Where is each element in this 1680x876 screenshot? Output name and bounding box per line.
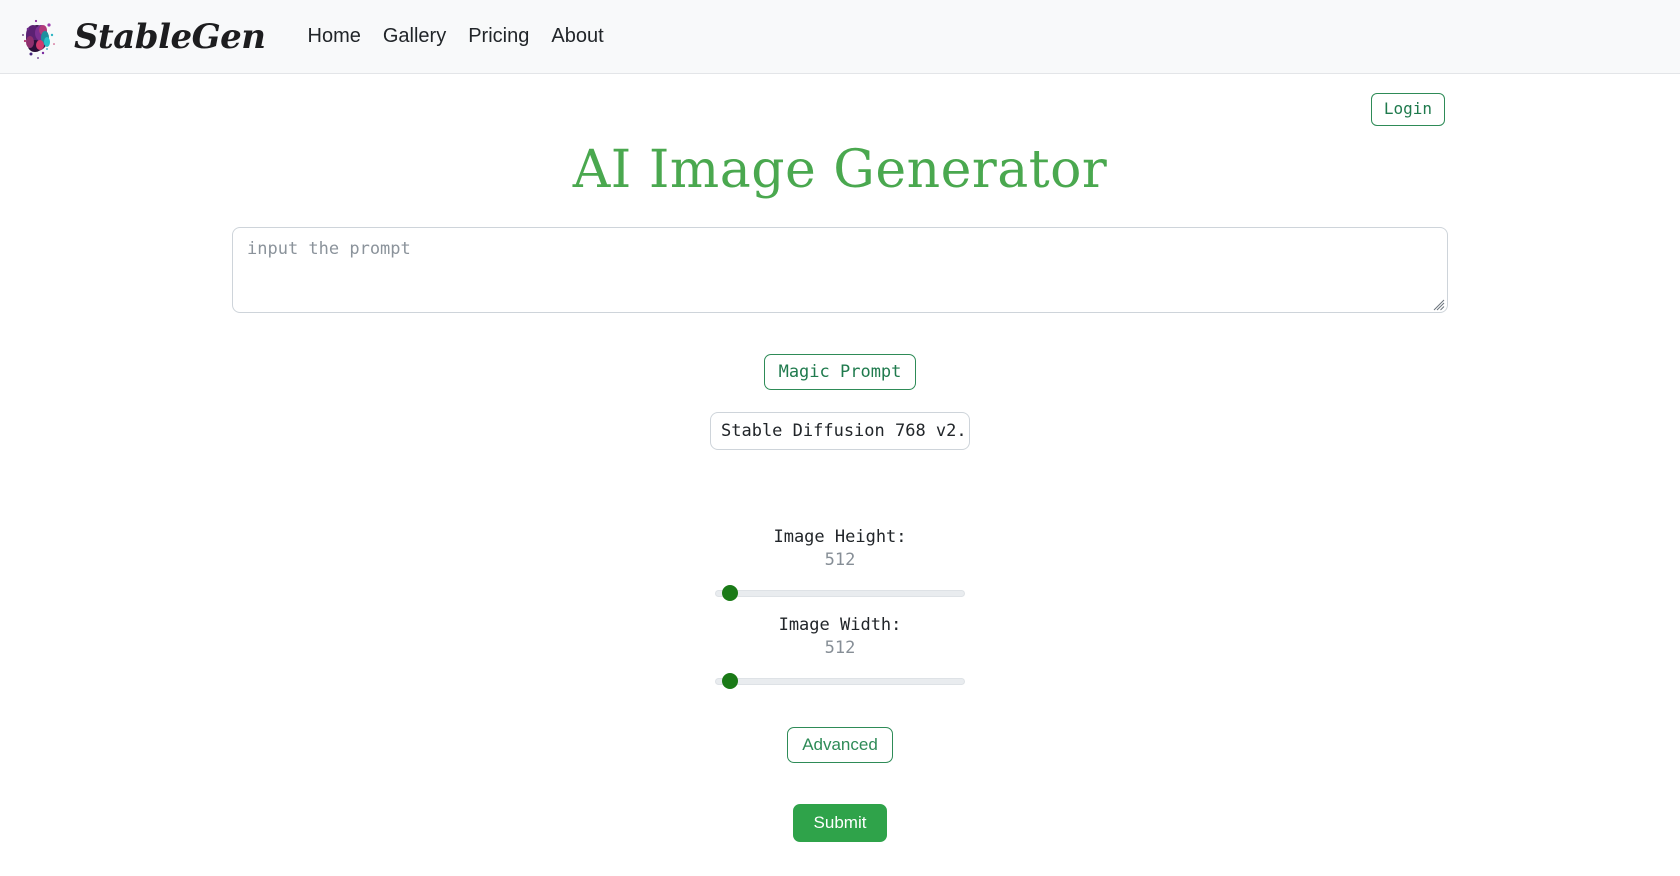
submit-button[interactable]: Submit xyxy=(793,804,888,842)
brand[interactable]: StableGen xyxy=(16,11,266,63)
image-height-slider[interactable] xyxy=(715,585,965,601)
model-select[interactable]: Stable Diffusion 768 v2.: xyxy=(710,412,970,450)
magic-prompt-row: Magic Prompt xyxy=(0,354,1680,390)
nav-link-about[interactable]: About xyxy=(551,25,603,48)
magic-prompt-button[interactable]: Magic Prompt xyxy=(764,354,917,390)
image-height-slider-thumb[interactable] xyxy=(722,585,738,601)
image-width-slider-track[interactable] xyxy=(715,678,965,685)
prompt-wrapper xyxy=(232,227,1448,313)
login-row: Login xyxy=(0,74,1680,126)
image-height-label: Image Height: xyxy=(0,526,1680,549)
model-select-row: Stable Diffusion 768 v2.: xyxy=(0,412,1680,450)
prompt-input[interactable] xyxy=(232,227,1448,313)
image-height-value: 512 xyxy=(0,549,1680,572)
nav-link-pricing[interactable]: Pricing xyxy=(468,25,529,48)
image-width-slider-thumb[interactable] xyxy=(722,673,738,689)
nav-link-home[interactable]: Home xyxy=(308,25,361,48)
image-width-control: Image Width: 512 xyxy=(0,614,1680,689)
image-height-slider-track[interactable] xyxy=(715,590,965,597)
image-height-control: Image Height: 512 xyxy=(0,526,1680,601)
advanced-row: Advanced xyxy=(0,727,1680,763)
page-body: Login AI Image Generator Magic Prompt St… xyxy=(0,74,1680,876)
image-width-slider[interactable] xyxy=(715,673,965,689)
submit-row: Submit xyxy=(0,804,1680,842)
login-button[interactable]: Login xyxy=(1371,93,1445,126)
paint-splash-logo-icon xyxy=(16,11,60,63)
primary-nav: Home Gallery Pricing About xyxy=(308,25,604,48)
nav-link-gallery[interactable]: Gallery xyxy=(383,25,446,48)
image-width-label: Image Width: xyxy=(0,614,1680,637)
advanced-button[interactable]: Advanced xyxy=(787,727,893,763)
site-header: StableGen Home Gallery Pricing About xyxy=(0,0,1680,74)
page-title: AI Image Generator xyxy=(0,140,1680,200)
size-controls: Image Height: 512 Image Width: 512 xyxy=(0,526,1680,689)
brand-name: StableGen xyxy=(74,17,266,57)
image-width-value: 512 xyxy=(0,637,1680,660)
